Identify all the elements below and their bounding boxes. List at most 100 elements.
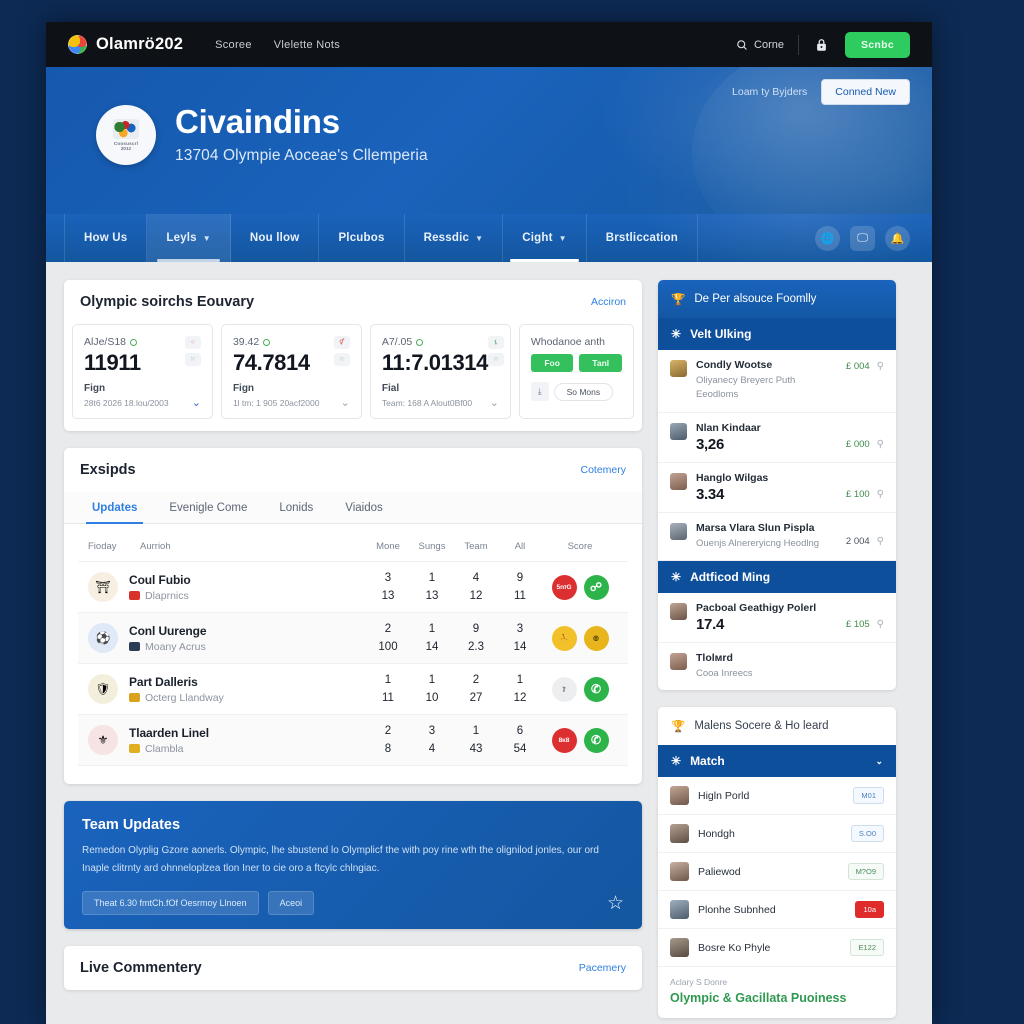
chevron-down-icon[interactable]: ⌄ [875,756,883,767]
connect-new-button[interactable]: Conned New [821,79,910,105]
nav-item-how-us[interactable]: How Us [64,214,148,262]
list-item[interactable]: Paliewod M?O9 [658,853,896,891]
lock-icon[interactable] [813,36,831,54]
score-badge-primary[interactable]: ⛹ [551,625,577,651]
score-badge-secondary[interactable]: ◎ [583,625,609,651]
bell-icon[interactable]: 🔔 [885,225,910,251]
stat-card[interactable]: A7/.05 11:7.01314 ⚸ ⁙ Fial Team: 168 A A… [369,324,511,419]
list-item[interactable]: Higln Porld M01 [658,777,896,815]
search-control[interactable]: Corne [736,39,784,51]
see-more-button[interactable]: So Mons [553,382,614,401]
sidebar-section-match[interactable]: ✳ Match ⌄ [658,745,896,777]
tab-updates[interactable]: Updates [78,492,151,524]
stat-value: 74.7814 [232,350,310,375]
side-pill-2[interactable]: Tanl [579,354,623,372]
chevron-down-icon[interactable]: ⌄ [490,396,499,409]
cell-all-a: 3 [516,623,524,635]
main-column: Olympic soirchs Eouvary Acciron AlJe/S18… [64,280,642,1024]
summary-title: Olympic soirchs Eouvary [80,294,255,310]
top-link-video-notes[interactable]: Vlelette Nots [274,39,340,51]
list-item[interactable]: Marsa Vlara Slun Pisplа Ouenjs Alnereryi… [658,513,896,561]
screen-icon[interactable]: 🖵 [850,225,875,251]
page-body: Olympic soirchs Eouvary Acciron AlJe/S18… [46,262,932,1024]
table-row[interactable]: 🛡 Part Dalleris Octerg Llandway 1 11 1 10 … [78,664,628,715]
pin-icon[interactable]: ⚲ [877,619,884,630]
cell-more-b: 11 [382,692,394,704]
list-item[interactable]: Nlan Kindaar 3,26 £ 000 ⚲ [658,413,896,463]
pin-icon[interactable]: ⚲ [877,439,884,450]
loyalty-link[interactable]: Loam ty Byjders [732,86,807,98]
nav-item-nou-llow[interactable]: Nou llow [231,214,320,262]
score-badge-primary[interactable]: ז [551,676,577,702]
stat-label: A7/.05 [381,336,413,348]
row-title: Part Dalleris [129,674,198,689]
sidebar-section-label: Adtficod Ming [690,569,771,584]
sidebar-section-adtficod-ming[interactable]: ✳ Adtficod Ming [658,560,896,593]
summary-card: Olympic soirchs Eouvary Acciron AlJe/S18… [64,280,642,431]
tab-evenigle-come[interactable]: Evenigle Come [155,492,261,523]
column-header-name: Aurrioh [140,541,171,552]
list-item[interactable]: Bosre Ko Phyle E122 [658,929,896,967]
brand[interactable]: Olamrö202 [68,35,183,54]
stat-card[interactable]: AlJe/S18 11911 ⁘ ⁙ Fign 28t6 2026 18.lou… [72,324,213,419]
cell-sungs-a: 1 [428,623,436,635]
nav-item-cight[interactable]: Cight ▼ [503,214,587,262]
banner-title: Team Updates [82,817,181,833]
live-commentary-action[interactable]: Pacemery [579,962,626,974]
sidebar-panel-header: 🏆 Malens Socere & Ho leard [658,707,896,745]
table-row[interactable]: ⚽ Conl Uurenge Moany Acrus 2 100 1 14 9 2.3… [78,613,628,664]
cell-team-a: 9 [472,623,480,635]
section-navigation: How Us Leyls ▼ Nou llow Plcubos Ressdic … [46,214,932,262]
banner-actions: Theat 6.30 fmtCh.fOf Oesrmoy Llnoen Aceo… [82,891,624,915]
status-dot-icon [130,338,138,346]
nav-item-label: Brstliccation [605,232,678,244]
list-item[interactable]: Hanglo Wilgas 3.34 £ 100 ⚲ [658,463,896,513]
pin-icon[interactable]: ⚲ [877,361,884,372]
chevron-down-icon[interactable]: ⌄ [192,396,201,409]
stat-card[interactable]: 39.42 74.7814 ⚥ ⁙ Fign 1l tm: 1 905 20ac… [220,324,362,419]
table-row[interactable]: ⚜ Tlaarden Linel Clambla 2 8 3 4 1 43 6 54 [78,715,628,766]
score-badge-secondary[interactable]: ☍ [583,574,609,600]
score-badge-primary[interactable]: 5nזG [551,574,577,600]
chevron-down-icon[interactable]: ⌄ [341,396,350,409]
list-item[interactable]: Condly Wootse Oliyanecy Breyerc Puth Eeo… [658,350,896,413]
tab-viaidos[interactable]: Viaidos [331,492,397,523]
item-name: Paliewod [698,865,741,878]
stat-sub: Fign [232,383,255,394]
live-commentary-title: Live Commentery [80,960,202,976]
sidebar-section-label: Match [690,754,725,768]
sidebar-section-velt-ulking[interactable]: ✳ Velt Ulking [658,318,896,350]
nav-item-label: How Us [84,232,128,244]
cell-team-b: 12 [469,590,483,602]
top-link-scores[interactable]: Scoree [215,39,252,51]
banner-chip-2[interactable]: Aceoi [267,891,315,915]
table-row[interactable]: ⛩ Coul Fubio Dlaprnics 3 13 1 13 4 12 9 11 [78,562,628,613]
nav-item-leyls[interactable]: Leyls ▼ [147,214,231,262]
download-icon[interactable]: ⤓ [530,382,549,401]
score-badge-secondary[interactable]: ✆ [583,727,609,753]
tab-lonids[interactable]: Lonids [265,492,327,523]
avatar [670,602,687,620]
side-pill-1[interactable]: Foo [530,354,574,372]
nav-item-brstliccation[interactable]: Brstliccation [587,214,698,262]
nav-item-label: Ressdic [423,232,470,244]
pin-icon[interactable]: ⚲ [877,536,884,547]
score-badge-primary[interactable]: 8ᴋ8 [551,727,577,753]
list-item[interactable]: Plonhe Subnhed 10a [658,891,896,929]
item-amount: £ 000 [845,438,870,450]
list-item[interactable]: Hondgh S.O0 [658,815,896,853]
events-action-link[interactable]: Cotemery [580,464,626,476]
banner-chip-1[interactable]: Theat 6.30 fmtCh.fOf Oesrmoy Llnoen [82,891,259,915]
events-tabs: Updates Evenigle Come Lonids Viaidos [64,492,642,524]
star-icon[interactable]: ☆ [607,892,624,915]
top-links: Scoree Vlelette Nots [215,39,340,51]
signup-button[interactable]: Scnbc [844,31,910,58]
nav-item-plcubos[interactable]: Plcubos [319,214,405,262]
nav-item-ressdic[interactable]: Ressdic ▼ [405,214,504,262]
score-badge-secondary[interactable]: ✆ [583,676,609,702]
list-item[interactable]: Tlolмrd Cooa Inreecs [658,643,896,690]
globe-icon[interactable]: 🌐 [815,225,840,251]
pin-icon[interactable]: ⚲ [877,489,884,500]
summary-action-link[interactable]: Acciron [591,296,626,308]
list-item[interactable]: Pacboal Geathigy Polerl 17.4 £ 105 ⚲ [658,593,896,643]
